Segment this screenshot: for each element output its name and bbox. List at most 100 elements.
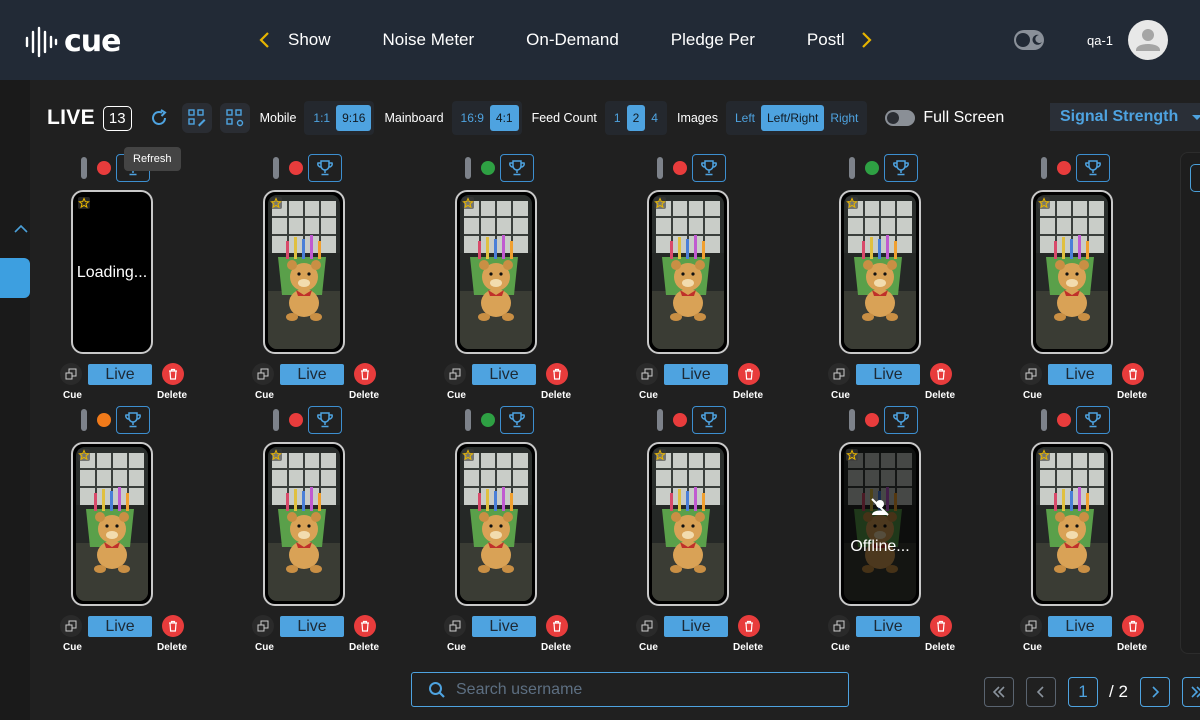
mobile-ratio-option[interactable]: 9:16 xyxy=(336,105,372,131)
current-page[interactable]: 1 xyxy=(1068,677,1098,707)
delete-button[interactable] xyxy=(546,363,568,385)
last-page-button[interactable] xyxy=(1182,677,1200,707)
trophy-button[interactable] xyxy=(1076,406,1110,434)
trophy-button[interactable] xyxy=(884,406,918,434)
live-button[interactable]: Live xyxy=(856,616,920,637)
phone-preview[interactable] xyxy=(647,442,729,606)
phone-preview[interactable] xyxy=(1031,442,1113,606)
app-logo[interactable]: cue xyxy=(24,24,121,59)
star-icon[interactable] xyxy=(654,197,666,209)
feed-switch[interactable] xyxy=(81,409,87,431)
star-icon[interactable] xyxy=(846,449,858,461)
trophy-button[interactable] xyxy=(1076,154,1110,182)
right-panel-control[interactable] xyxy=(1190,164,1200,192)
live-button[interactable]: Live xyxy=(280,616,344,637)
mainboard-ratio-option[interactable]: 16:9 xyxy=(455,105,490,131)
user-avatar[interactable] xyxy=(1128,20,1168,60)
qr-edit-button[interactable] xyxy=(181,103,212,133)
mobile-ratio-option[interactable]: 1:1 xyxy=(307,105,336,131)
trophy-button[interactable] xyxy=(884,154,918,182)
live-button[interactable]: Live xyxy=(280,364,344,385)
feed-switch[interactable] xyxy=(465,409,471,431)
images-option[interactable]: Left xyxy=(729,105,761,131)
phone-preview[interactable]: Offline... xyxy=(839,442,921,606)
phone-preview[interactable] xyxy=(647,190,729,354)
cue-button[interactable] xyxy=(1020,615,1042,637)
delete-button[interactable] xyxy=(162,363,184,385)
theme-toggle[interactable] xyxy=(1014,30,1044,50)
cue-button[interactable] xyxy=(828,615,850,637)
nav-tab[interactable]: Pledge Per xyxy=(671,30,755,50)
feed-count-option[interactable]: 2 xyxy=(626,105,646,131)
qr-settings-button[interactable] xyxy=(219,103,250,133)
feed-switch[interactable] xyxy=(273,409,279,431)
prev-page-button[interactable] xyxy=(1026,677,1056,707)
nav-tab[interactable]: Postl xyxy=(807,30,845,50)
phone-preview[interactable]: Loading... xyxy=(71,190,153,354)
phone-preview[interactable] xyxy=(263,190,345,354)
live-button[interactable]: Live xyxy=(664,616,728,637)
cue-button[interactable] xyxy=(1020,363,1042,385)
cue-button[interactable] xyxy=(60,363,82,385)
delete-button[interactable] xyxy=(354,615,376,637)
star-icon[interactable] xyxy=(1038,449,1050,461)
delete-button[interactable] xyxy=(162,615,184,637)
live-button[interactable]: Live xyxy=(88,616,152,637)
delete-button[interactable] xyxy=(738,363,760,385)
nav-next-icon[interactable] xyxy=(855,28,879,52)
delete-button[interactable] xyxy=(738,615,760,637)
images-option[interactable]: Right xyxy=(824,105,864,131)
feed-switch[interactable] xyxy=(849,157,855,179)
full-screen-toggle[interactable] xyxy=(885,110,916,126)
live-button[interactable]: Live xyxy=(1048,616,1112,637)
trophy-button[interactable] xyxy=(308,406,342,434)
delete-button[interactable] xyxy=(930,615,952,637)
phone-preview[interactable] xyxy=(263,442,345,606)
first-page-button[interactable] xyxy=(984,677,1014,707)
delete-button[interactable] xyxy=(930,363,952,385)
live-button[interactable]: Live xyxy=(88,364,152,385)
trophy-button[interactable] xyxy=(500,406,534,434)
trophy-button[interactable] xyxy=(308,154,342,182)
phone-preview[interactable] xyxy=(839,190,921,354)
feed-switch[interactable] xyxy=(81,157,87,179)
live-button[interactable]: Live xyxy=(472,364,536,385)
feed-switch[interactable] xyxy=(657,157,663,179)
cue-button[interactable] xyxy=(60,615,82,637)
star-icon[interactable] xyxy=(270,197,282,209)
nav-tab[interactable]: Noise Meter xyxy=(383,30,475,50)
cue-button[interactable] xyxy=(444,363,466,385)
feed-switch[interactable] xyxy=(465,157,471,179)
star-icon[interactable] xyxy=(270,449,282,461)
phone-preview[interactable] xyxy=(455,442,537,606)
delete-button[interactable] xyxy=(1122,363,1144,385)
trophy-button[interactable] xyxy=(116,406,150,434)
trophy-button[interactable] xyxy=(500,154,534,182)
cue-button[interactable] xyxy=(828,363,850,385)
live-button[interactable]: Live xyxy=(1048,364,1112,385)
nav-tab[interactable]: On-Demand xyxy=(526,30,619,50)
mainboard-ratio-option[interactable]: 4:1 xyxy=(489,105,519,131)
star-icon[interactable] xyxy=(846,197,858,209)
live-button[interactable]: Live xyxy=(664,364,728,385)
refresh-button[interactable] xyxy=(144,103,174,133)
cue-button[interactable] xyxy=(252,615,274,637)
nav-tab[interactable]: Show xyxy=(288,30,331,50)
images-option[interactable]: Left/Right xyxy=(760,105,825,131)
rail-collapse-icon[interactable] xyxy=(14,220,28,236)
feed-count-option[interactable]: 1 xyxy=(608,105,627,131)
nav-prev-icon[interactable] xyxy=(252,28,276,52)
feed-switch[interactable] xyxy=(849,409,855,431)
search-input[interactable] xyxy=(456,680,816,699)
star-icon[interactable] xyxy=(1038,197,1050,209)
live-button[interactable]: Live xyxy=(472,616,536,637)
phone-preview[interactable] xyxy=(1031,190,1113,354)
next-page-button[interactable] xyxy=(1140,677,1170,707)
feed-switch[interactable] xyxy=(1041,409,1047,431)
phone-preview[interactable] xyxy=(71,442,153,606)
cue-button[interactable] xyxy=(636,615,658,637)
live-button[interactable]: Live xyxy=(856,364,920,385)
trophy-button[interactable] xyxy=(692,154,726,182)
rail-active-tab[interactable] xyxy=(0,258,30,298)
cue-button[interactable] xyxy=(636,363,658,385)
